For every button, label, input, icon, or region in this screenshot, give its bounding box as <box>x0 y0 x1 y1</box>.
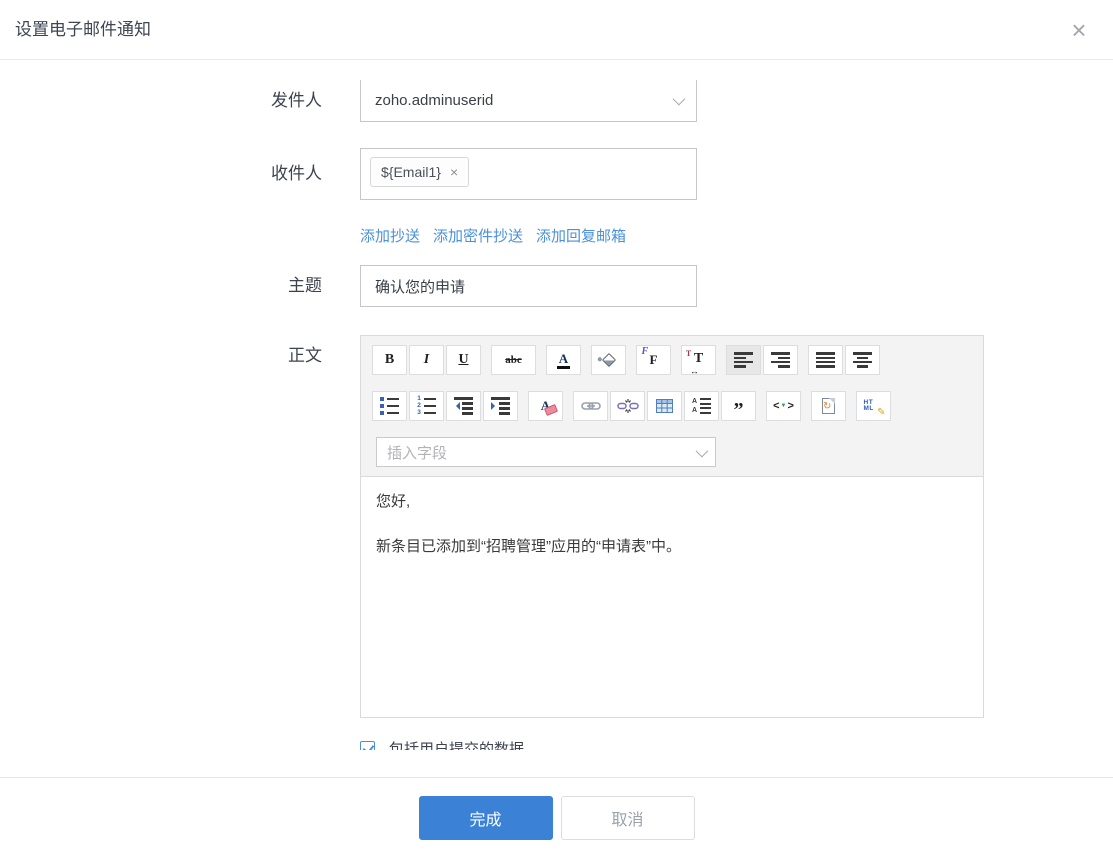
insert-field-select[interactable]: 插入字段 <box>376 437 716 467</box>
html-editor-button[interactable]: HT ML ✎ <box>856 391 891 421</box>
align-right-button[interactable] <box>763 345 798 375</box>
sender-row: 发件人 zoho.adminuserid <box>0 80 1113 122</box>
align-left-button[interactable] <box>726 345 761 375</box>
remove-link-button[interactable] <box>610 391 645 421</box>
dialog-title: 设置电子邮件通知 <box>15 0 151 60</box>
subject-input[interactable] <box>360 265 697 307</box>
remove-tag-icon[interactable]: × <box>450 165 458 179</box>
underline-button[interactable]: U <box>446 345 481 375</box>
dialog-content: 发件人 zoho.adminuserid 收件人 ${Email1} × 添加抄… <box>0 61 1113 750</box>
rich-text-editor: B I U abc A <box>360 335 984 718</box>
body-label: 正文 <box>0 335 322 377</box>
body-row: 正文 B I U abc A <box>0 335 1113 718</box>
numbered-list-icon <box>417 397 436 415</box>
font-color-icon: A <box>557 352 570 369</box>
close-button[interactable]: × <box>1063 14 1095 46</box>
quote-icon: ” <box>734 405 744 415</box>
italic-icon: I <box>424 352 429 368</box>
strikethrough-button[interactable]: abc <box>491 345 536 375</box>
pencil-icon: ✎ <box>877 407 885 418</box>
recipient-tag: ${Email1} × <box>370 157 469 187</box>
embed-code-button[interactable]: <▼> <box>766 391 801 421</box>
background-color-button[interactable] <box>591 345 626 375</box>
editor-toolbar: B I U abc A <box>361 336 983 467</box>
embed-code-icon: <▼> <box>773 400 794 412</box>
link-icon <box>581 400 601 412</box>
add-reply-link[interactable]: 添加回复邮箱 <box>536 225 626 246</box>
align-right-icon <box>771 352 790 368</box>
email-notification-dialog: 设置电子邮件通知 × 发件人 zoho.adminuserid 收件人 ${Em… <box>0 0 1113 851</box>
dialog-header: 设置电子邮件通知 × <box>0 0 1113 60</box>
paint-bucket-icon <box>601 353 615 367</box>
toolbar-row-2: A <box>372 391 972 421</box>
sender-label: 发件人 <box>0 80 322 122</box>
bullet-list-icon <box>380 397 399 415</box>
align-left-icon <box>734 352 753 368</box>
font-family-icon: FF <box>650 352 658 368</box>
underline-icon: U <box>458 352 468 368</box>
insert-table-button[interactable] <box>647 391 682 421</box>
bullet-list-button[interactable] <box>372 391 407 421</box>
italic-button[interactable]: I <box>409 345 444 375</box>
table-icon <box>656 399 673 413</box>
body-paragraph: 您好, <box>376 490 968 511</box>
font-size-button[interactable]: TT↔ <box>681 345 716 375</box>
dialog-footer: 完成 取消 <box>0 777 1113 851</box>
indent-icon <box>491 397 510 414</box>
source-page-icon: ↻ <box>822 398 835 414</box>
align-justify-icon <box>816 352 835 368</box>
subject-label: 主题 <box>0 265 322 307</box>
include-data-checkbox[interactable] <box>360 741 375 750</box>
add-bcc-link[interactable]: 添加密件抄送 <box>433 225 523 246</box>
remove-format-button[interactable]: A <box>528 391 563 421</box>
chevron-down-icon <box>673 93 686 106</box>
remove-format-icon: A <box>541 398 550 414</box>
font-family-button[interactable]: FF <box>636 345 671 375</box>
align-center-button[interactable] <box>845 345 880 375</box>
line-spacing-button[interactable]: AA <box>684 391 719 421</box>
align-justify-button[interactable] <box>808 345 843 375</box>
blockquote-button[interactable]: ” <box>721 391 756 421</box>
bold-button[interactable]: B <box>372 345 407 375</box>
close-icon: × <box>1071 15 1086 45</box>
recipient-label: 收件人 <box>0 148 322 200</box>
strikethrough-icon: abc <box>505 354 522 366</box>
recipient-tag-text: ${Email1} <box>381 164 441 180</box>
include-data-label: 包括用户提交的数据 <box>389 738 524 750</box>
insert-link-button[interactable] <box>573 391 608 421</box>
numbered-list-button[interactable] <box>409 391 444 421</box>
outdent-button[interactable] <box>446 391 481 421</box>
add-cc-link[interactable]: 添加抄送 <box>360 225 420 246</box>
done-button[interactable]: 完成 <box>419 796 553 840</box>
font-size-icon: TT↔ <box>694 351 703 369</box>
outdent-icon <box>454 397 473 414</box>
cc-links-row: 添加抄送 添加密件抄送 添加回复邮箱 <box>0 225 1113 246</box>
html-editor-icon: HT ML ✎ <box>864 400 884 412</box>
recipient-row: 收件人 ${Email1} × <box>0 148 1113 200</box>
chevron-down-icon <box>696 444 709 457</box>
sender-select[interactable]: zoho.adminuserid <box>360 80 697 122</box>
toolbar-row-1: B I U abc A <box>372 345 972 375</box>
insert-field-placeholder: 插入字段 <box>387 442 447 463</box>
bold-icon: B <box>385 352 394 368</box>
line-spacing-icon: AA <box>692 398 711 414</box>
font-color-button[interactable]: A <box>546 345 581 375</box>
include-data-row: 包括用户提交的数据 <box>360 738 524 750</box>
unlink-icon <box>617 399 639 413</box>
recipient-field[interactable]: ${Email1} × <box>360 148 697 200</box>
subject-row: 主题 <box>0 265 1113 307</box>
indent-button[interactable] <box>483 391 518 421</box>
sender-value: zoho.adminuserid <box>375 92 493 109</box>
email-body-editor[interactable]: 您好, 新条目已添加到“招聘管理”应用的“申请表”中。 <box>361 476 983 717</box>
align-center-icon <box>853 352 872 368</box>
cancel-button[interactable]: 取消 <box>561 796 695 840</box>
body-paragraph: 新条目已添加到“招聘管理”应用的“申请表”中。 <box>376 535 968 556</box>
view-source-button[interactable]: ↻ <box>811 391 846 421</box>
